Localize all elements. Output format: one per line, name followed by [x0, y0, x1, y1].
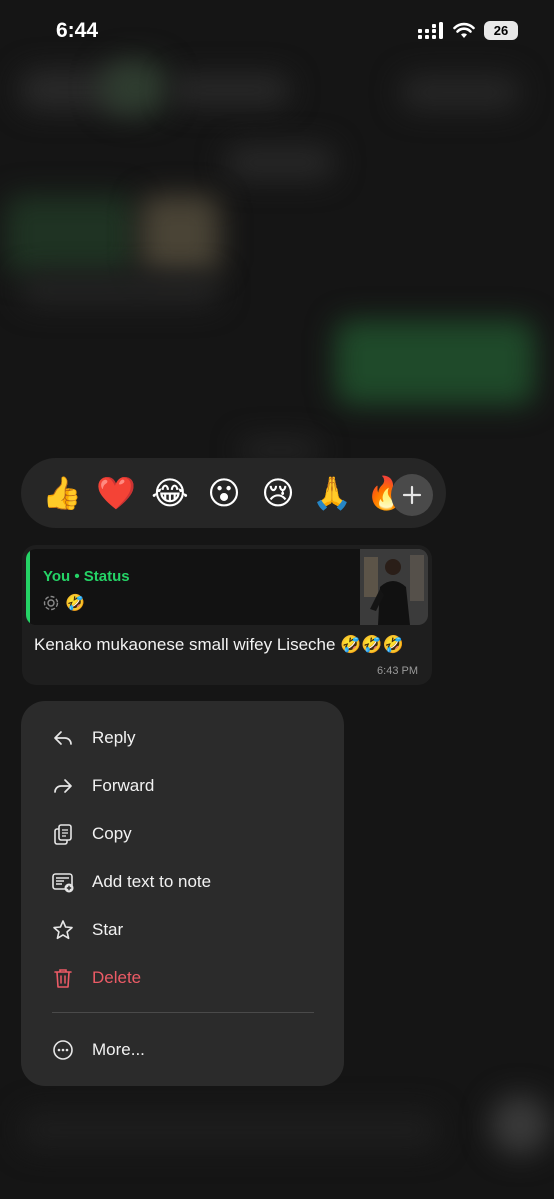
- status-time: 6:44: [56, 19, 99, 42]
- more-icon: [53, 1040, 73, 1060]
- reaction-thumbs-up[interactable]: 👍: [35, 466, 89, 520]
- reaction-bar: 👍 ❤️ 😂 😮 😢 🙏 🔥: [21, 458, 446, 528]
- menu-item-more[interactable]: More...: [21, 1027, 344, 1073]
- menu-item-add-text-to-note[interactable]: Add text to note: [21, 859, 344, 905]
- wifi-icon: [453, 22, 475, 38]
- reply-icon: [54, 731, 72, 745]
- star-icon: [53, 920, 73, 940]
- reaction-laughing[interactable]: 😂: [143, 466, 197, 520]
- menu-item-copy[interactable]: Copy: [21, 811, 344, 857]
- menu-item-reply[interactable]: Reply: [21, 715, 344, 761]
- reaction-pray[interactable]: 🙏: [305, 466, 359, 520]
- cellular-signal-icon: [418, 21, 443, 39]
- more-reactions-button[interactable]: [391, 474, 433, 516]
- quote-accent-bar: [26, 549, 30, 625]
- quoted-status[interactable]: You • Status 🤣: [26, 549, 428, 625]
- trash-icon: [54, 969, 72, 988]
- copy-icon: [54, 824, 72, 845]
- quote-emoji: 🤣: [65, 595, 85, 612]
- message-text: Kenako mukaonese small wifey Liseche 🤣🤣🤣: [34, 635, 404, 654]
- reaction-surprised[interactable]: 😮: [197, 466, 251, 520]
- menu-item-delete[interactable]: Delete: [21, 955, 344, 1001]
- status-icon: [43, 595, 59, 611]
- forward-icon: [54, 779, 72, 793]
- reaction-heart[interactable]: ❤️: [89, 466, 143, 520]
- status-thumbnail: [360, 549, 428, 625]
- plus-icon: [402, 485, 422, 505]
- reaction-crying[interactable]: 😢: [251, 466, 305, 520]
- message-context-menu: Reply Forward Copy Add text to note Star: [21, 701, 344, 1086]
- menu-item-star[interactable]: Star: [21, 907, 344, 953]
- battery-indicator: 26: [484, 21, 518, 40]
- quote-title: You • Status: [43, 568, 130, 585]
- menu-item-forward[interactable]: Forward: [21, 763, 344, 809]
- note-add-icon: [52, 873, 74, 893]
- message-timestamp: 6:43 PM: [377, 665, 418, 677]
- message-bubble[interactable]: You • Status 🤣 Kenako mukaonese small wi…: [22, 545, 432, 685]
- status-bar: 6:44 26: [0, 0, 554, 60]
- menu-divider: [52, 1012, 314, 1013]
